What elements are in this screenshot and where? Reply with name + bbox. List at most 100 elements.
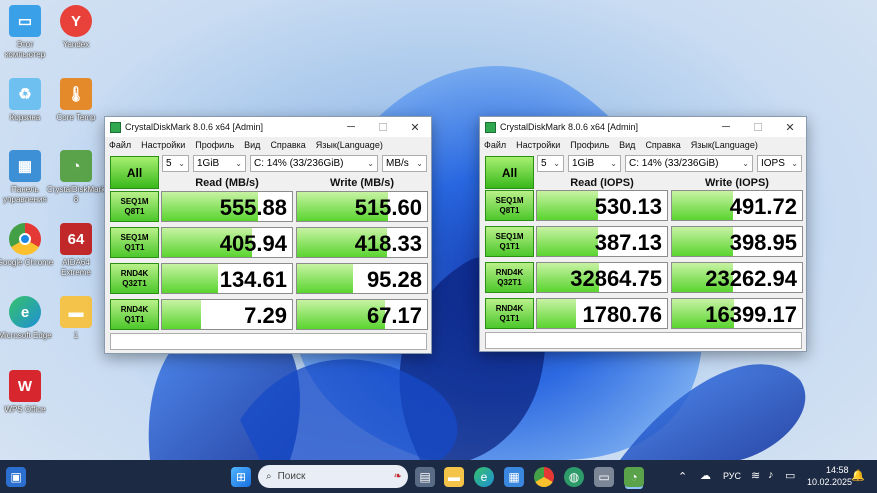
comment-field[interactable]	[485, 332, 802, 349]
maximize-icon[interactable]: ☐	[742, 121, 774, 134]
read-result-bar	[537, 227, 599, 256]
desktop-icon-aida64[interactable]: 64 AIDA64 Extreme	[47, 223, 105, 278]
menu-file[interactable]: Файл	[484, 140, 506, 150]
desktop-icon-crystaldiskmark[interactable]: ◔ CrystalDiskMark 8	[47, 150, 105, 205]
aida64-icon: 64	[60, 223, 92, 255]
battery-icon[interactable]: ▭	[785, 469, 795, 482]
write-result-cell: 95.28	[296, 263, 428, 294]
task-view-icon[interactable]: ▤	[415, 467, 435, 487]
unit-select[interactable]: MB/s ⌄	[382, 155, 427, 172]
write-result-value: 515.60	[354, 195, 422, 220]
disk-app-icon[interactable]: ▭	[594, 467, 614, 487]
test-button-seq1m-q8t1[interactable]: SEQ1M Q8T1	[110, 191, 159, 222]
clock-time[interactable]: 14:58	[826, 465, 849, 475]
crystaldiskmark-app-icon	[110, 121, 121, 133]
title-bar[interactable]: CrystalDiskMark 8.0.6 x64 [Admin] ─ ☐ ✕	[105, 117, 431, 137]
desktop-icon-label: Этот компьютер	[4, 40, 46, 59]
desktop-icon-control-panel[interactable]: ▦ Панель управления	[0, 150, 54, 205]
test-queue: Q1T1	[499, 241, 520, 251]
desktop-icon-label: WPS Office	[4, 405, 46, 414]
test-size-select[interactable]: 1GiB ⌄	[568, 155, 621, 172]
menu-file[interactable]: Файл	[109, 140, 131, 150]
write-result-value: 95.28	[366, 267, 422, 292]
test-queue: Q8T1	[499, 205, 520, 215]
test-count-select[interactable]: 5 ⌄	[162, 155, 189, 172]
test-count-value: 5	[166, 158, 172, 169]
menu-settings[interactable]: Настройки	[141, 140, 185, 150]
notification-bell-icon[interactable]: 🔔	[851, 469, 865, 482]
globe-icon[interactable]: ◍	[564, 467, 584, 487]
test-button-seq1m-q1t1[interactable]: SEQ1M Q1T1	[110, 227, 159, 258]
widgets-icon[interactable]: ▣	[6, 467, 26, 487]
desktop-icon-core-temp[interactable]: 🌡 Core Temp	[47, 78, 105, 123]
desktop-icon-folder[interactable]: ▬ 1	[47, 296, 105, 341]
test-size-select[interactable]: 1GiB ⌄	[193, 155, 246, 172]
title-bar[interactable]: CrystalDiskMark 8.0.6 x64 [Admin] ─ ☐ ✕	[480, 117, 806, 137]
all-button[interactable]: All	[110, 156, 159, 189]
close-icon[interactable]: ✕	[399, 121, 431, 134]
crystaldiskmark-taskbar-icon[interactable]: ◔	[624, 467, 644, 487]
desktop-icon-chrome[interactable]: Google Chrome	[0, 223, 54, 268]
test-button-rnd4k-q32t1[interactable]: RND4K Q32T1	[110, 263, 159, 294]
desktop-icon-yandex[interactable]: Y Yandex	[47, 5, 105, 50]
close-icon[interactable]: ✕	[774, 121, 806, 134]
test-button-rnd4k-q1t1[interactable]: RND4K Q1T1	[110, 299, 159, 330]
maximize-icon[interactable]: ☐	[367, 121, 399, 134]
yandex-icon: Y	[60, 5, 92, 37]
menu-profile[interactable]: Профиль	[195, 140, 234, 150]
all-button[interactable]: All	[485, 156, 534, 189]
chrome-icon[interactable]	[534, 467, 554, 487]
search-placeholder: Поиск	[277, 471, 306, 482]
language-indicator[interactable]: РУС	[723, 471, 741, 481]
menu-help[interactable]: Справка	[645, 140, 680, 150]
write-header: Write (MB/s)	[330, 177, 394, 189]
desktop-icon-recycle-bin[interactable]: ♻ Корзина	[0, 78, 54, 123]
desktop-icon-label: Панель управления	[3, 185, 47, 204]
read-header: Read (MB/s)	[195, 177, 259, 189]
test-button-rnd4k-q32t1[interactable]: RND4K Q32T1	[485, 262, 534, 293]
desktop-icon-label: AIDA64 Extreme	[61, 258, 91, 277]
desktop-icon-edge[interactable]: e Microsoft Edge	[0, 296, 54, 341]
test-queue: Q1T1	[124, 314, 145, 324]
minimize-icon[interactable]: ─	[710, 121, 742, 133]
read-result-cell: 530.13	[536, 190, 668, 221]
test-count-select[interactable]: 5 ⌄	[537, 155, 564, 172]
test-name: RND4K	[120, 304, 149, 314]
search-box[interactable]: ⌕ Поиск ❧	[258, 465, 408, 488]
drive-select[interactable]: C: 14% (33/236GiB) ⌄	[250, 155, 378, 172]
read-result-value: 405.94	[219, 231, 287, 256]
menu-view[interactable]: Вид	[244, 140, 260, 150]
volume-icon[interactable]: ♪	[768, 469, 774, 481]
crystaldiskmark-window-mbs[interactable]: CrystalDiskMark 8.0.6 x64 [Admin] ─ ☐ ✕ …	[104, 116, 432, 354]
clock-date[interactable]: 10.02.2025	[807, 477, 852, 487]
file-explorer-icon[interactable]: ▬	[444, 467, 464, 487]
edge-icon[interactable]: e	[474, 467, 494, 487]
minimize-icon[interactable]: ─	[335, 121, 367, 133]
test-queue: Q32T1	[497, 277, 522, 287]
test-button-seq1m-q8t1[interactable]: SEQ1M Q8T1	[485, 190, 534, 221]
desktop-icon-this-pc[interactable]: ▭ Этот компьютер	[0, 5, 54, 60]
test-button-rnd4k-q1t1[interactable]: RND4K Q1T1	[485, 298, 534, 329]
desktop-icon-wps[interactable]: W WPS Office	[0, 370, 54, 415]
comment-field[interactable]	[110, 333, 427, 350]
wifi-icon[interactable]: ≋	[751, 469, 760, 482]
read-result-value: 32864.75	[570, 266, 662, 291]
menu-help[interactable]: Справка	[270, 140, 305, 150]
show-hidden-icons-icon[interactable]: ⌃	[678, 470, 687, 483]
drive-select[interactable]: C: 14% (33/236GiB) ⌄	[625, 155, 753, 172]
menu-settings[interactable]: Настройки	[516, 140, 560, 150]
crystaldiskmark-window-iops[interactable]: CrystalDiskMark 8.0.6 x64 [Admin] ─ ☐ ✕ …	[479, 116, 807, 352]
crystaldiskmark-app-icon	[485, 121, 496, 133]
start-icon[interactable]: ⊞	[231, 467, 251, 487]
test-button-seq1m-q1t1[interactable]: SEQ1M Q1T1	[485, 226, 534, 257]
cloud-icon[interactable]: ☁	[700, 469, 711, 482]
read-result-cell: 1780.76	[536, 298, 668, 329]
chrome-icon	[9, 223, 41, 255]
unit-select[interactable]: IOPS ⌄	[757, 155, 802, 172]
menu-language[interactable]: Язык(Language)	[316, 140, 383, 150]
menu-view[interactable]: Вид	[619, 140, 635, 150]
menu-profile[interactable]: Профиль	[570, 140, 609, 150]
store-icon[interactable]: ▦	[504, 467, 524, 487]
write-result-cell: 16399.17	[671, 298, 803, 329]
menu-language[interactable]: Язык(Language)	[691, 140, 758, 150]
